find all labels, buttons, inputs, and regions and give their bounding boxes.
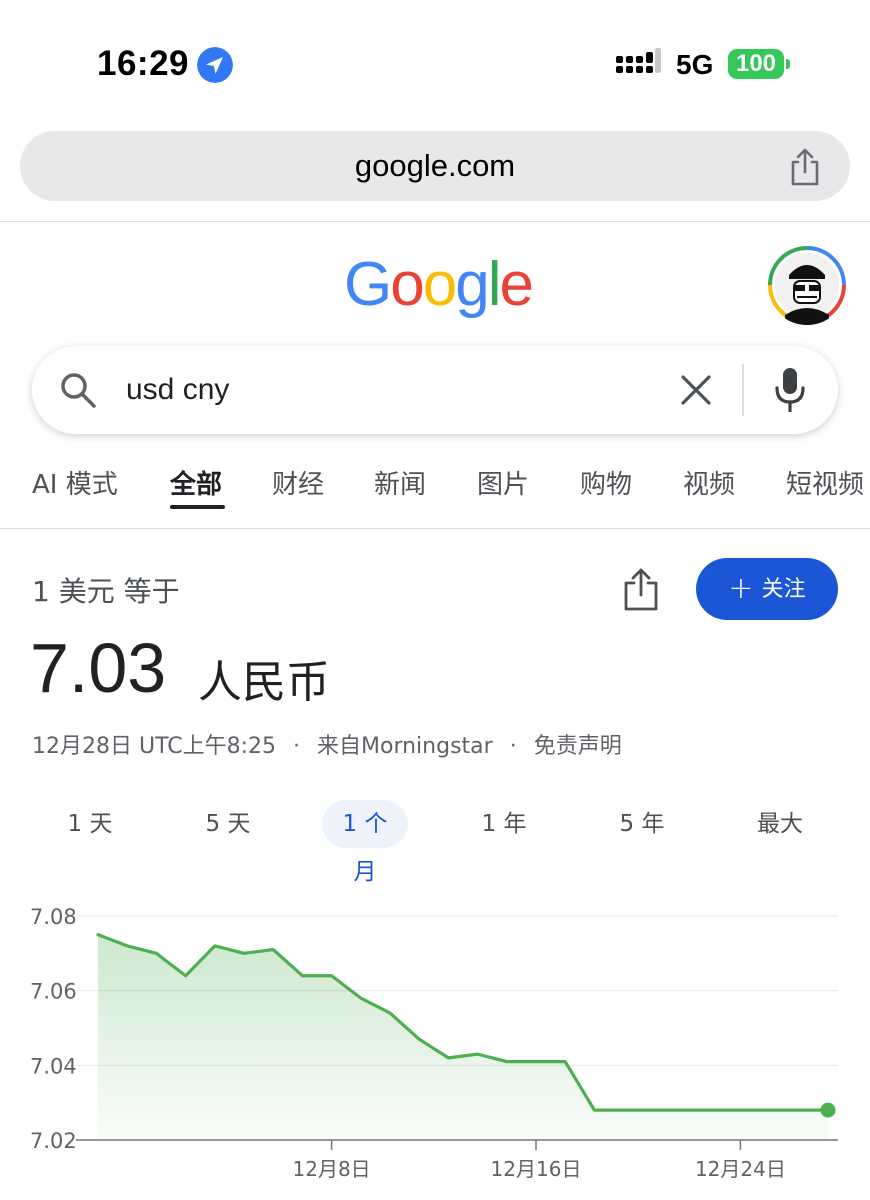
divider xyxy=(0,221,870,222)
data-source: 来自Morningstar xyxy=(317,734,493,759)
rate-meta: 12月28日 UTC上午8:25 · 来自Morningstar · 免责声明 xyxy=(32,728,622,760)
range-max[interactable]: 最大 xyxy=(752,800,808,848)
chart-data-point xyxy=(563,1060,567,1064)
chart-data-point xyxy=(330,974,334,978)
location-arrow-icon xyxy=(197,47,233,83)
chart-data-point xyxy=(271,948,275,952)
tab-images[interactable]: 图片 xyxy=(477,464,529,501)
chart-data-point xyxy=(300,974,304,978)
search-box[interactable] xyxy=(32,346,838,434)
range-1-month[interactable]: 1 个月 xyxy=(322,800,408,885)
x-tick-label: 12月16日 xyxy=(491,1157,582,1181)
range-5-year[interactable]: 5 年 xyxy=(614,800,670,848)
chart-data-point xyxy=(417,1037,421,1041)
disclaimer-link[interactable]: 免责声明 xyxy=(534,728,622,760)
search-divider xyxy=(742,364,744,416)
share-icon[interactable] xyxy=(786,147,824,187)
follow-label: 关注 xyxy=(761,577,806,602)
plus-icon: + xyxy=(728,571,754,606)
active-tab-indicator xyxy=(170,505,225,509)
y-tick-label: 7.06 xyxy=(30,980,77,1004)
meta-separator: · xyxy=(509,734,517,759)
chart-data-point xyxy=(534,1060,538,1064)
tab-videos[interactable]: 视频 xyxy=(683,464,735,501)
follow-button[interactable]: + 关注 xyxy=(696,558,838,620)
chart-data-point xyxy=(505,1060,509,1064)
search-tabs: AI 模式 全部 财经 新闻 图片 购物 视频 短视频 xyxy=(0,460,870,528)
y-tick-label: 7.04 xyxy=(30,1054,77,1078)
chart-data-point xyxy=(476,1052,480,1056)
exchange-rate-value: 7.03 xyxy=(30,629,167,707)
exchange-rate-chart[interactable]: 7.08 7.06 7.04 7.02 12月8日 12月16日 12月24日 xyxy=(0,890,870,1190)
range-1-year[interactable]: 1 年 xyxy=(476,800,532,848)
logo-letter: l xyxy=(487,250,502,319)
logo-letter: g xyxy=(455,250,490,319)
battery-tip xyxy=(786,59,790,69)
google-logo[interactable]: Google xyxy=(344,250,534,320)
search-input[interactable] xyxy=(126,369,626,411)
chart-range-selector: 1 天 5 天 1 个月 1 年 5 年 最大 xyxy=(0,800,870,885)
chart-data-point xyxy=(768,1108,772,1112)
tab-ai-mode[interactable]: AI 模式 xyxy=(32,464,118,501)
clear-icon[interactable] xyxy=(676,370,716,410)
chart-data-point xyxy=(359,996,363,1000)
logo-letter: o xyxy=(422,250,458,319)
tab-news[interactable]: 新闻 xyxy=(374,464,426,501)
divider xyxy=(0,528,870,529)
chart-data-point xyxy=(213,944,217,948)
rate-timestamp: 12月28日 UTC上午8:25 xyxy=(32,734,276,759)
chart-data-point xyxy=(446,1056,450,1060)
range-5-day[interactable]: 5 天 xyxy=(200,800,256,848)
chart-data-point xyxy=(651,1108,655,1112)
chart-data-point xyxy=(592,1108,596,1112)
y-tick-label: 7.02 xyxy=(30,1129,77,1153)
meta-separator: · xyxy=(293,734,300,759)
status-bar: 16:29 5G 100 xyxy=(0,0,870,120)
tab-short-videos[interactable]: 短视频 xyxy=(786,464,864,501)
tab-shopping[interactable]: 购物 xyxy=(580,464,632,501)
tab-finance[interactable]: 财经 xyxy=(272,464,324,501)
chart-data-point xyxy=(388,1011,392,1015)
x-tick-label: 12月24日 xyxy=(695,1157,786,1181)
cellular-signal-icon xyxy=(616,48,661,73)
chart-data-point xyxy=(96,933,100,937)
tab-all[interactable]: 全部 xyxy=(170,464,222,501)
user-avatar-icon[interactable] xyxy=(767,245,847,325)
target-currency: 人民币 xyxy=(198,657,330,708)
url-text: google.com xyxy=(354,148,516,183)
logo-letter: G xyxy=(344,250,392,319)
microphone-icon[interactable] xyxy=(772,368,808,412)
network-type: 5G xyxy=(676,49,714,80)
chart-data-point xyxy=(680,1108,684,1112)
share-icon[interactable] xyxy=(622,566,660,612)
search-icon[interactable] xyxy=(58,370,98,410)
battery-indicator: 100 xyxy=(728,49,784,79)
chart-data-point xyxy=(125,944,129,948)
chart-current-point xyxy=(820,1102,836,1118)
address-bar[interactable]: google.com xyxy=(20,131,850,201)
range-1-day[interactable]: 1 天 xyxy=(62,800,118,848)
logo-letter: o xyxy=(390,250,425,319)
chart-data-point xyxy=(709,1108,713,1112)
chart-data-point xyxy=(622,1108,626,1112)
conversion-label: 1 美元 等于 xyxy=(32,575,180,608)
status-time: 16:29 xyxy=(97,44,190,83)
chart-data-point xyxy=(738,1108,742,1112)
chart-data-point xyxy=(154,951,158,955)
logo-letter: e xyxy=(499,250,534,319)
chart-data-point xyxy=(242,951,246,955)
y-tick-label: 7.08 xyxy=(30,905,77,929)
chart-data-point xyxy=(184,974,188,978)
x-tick-label: 12月8日 xyxy=(293,1157,371,1181)
chart-data-point xyxy=(797,1108,801,1112)
